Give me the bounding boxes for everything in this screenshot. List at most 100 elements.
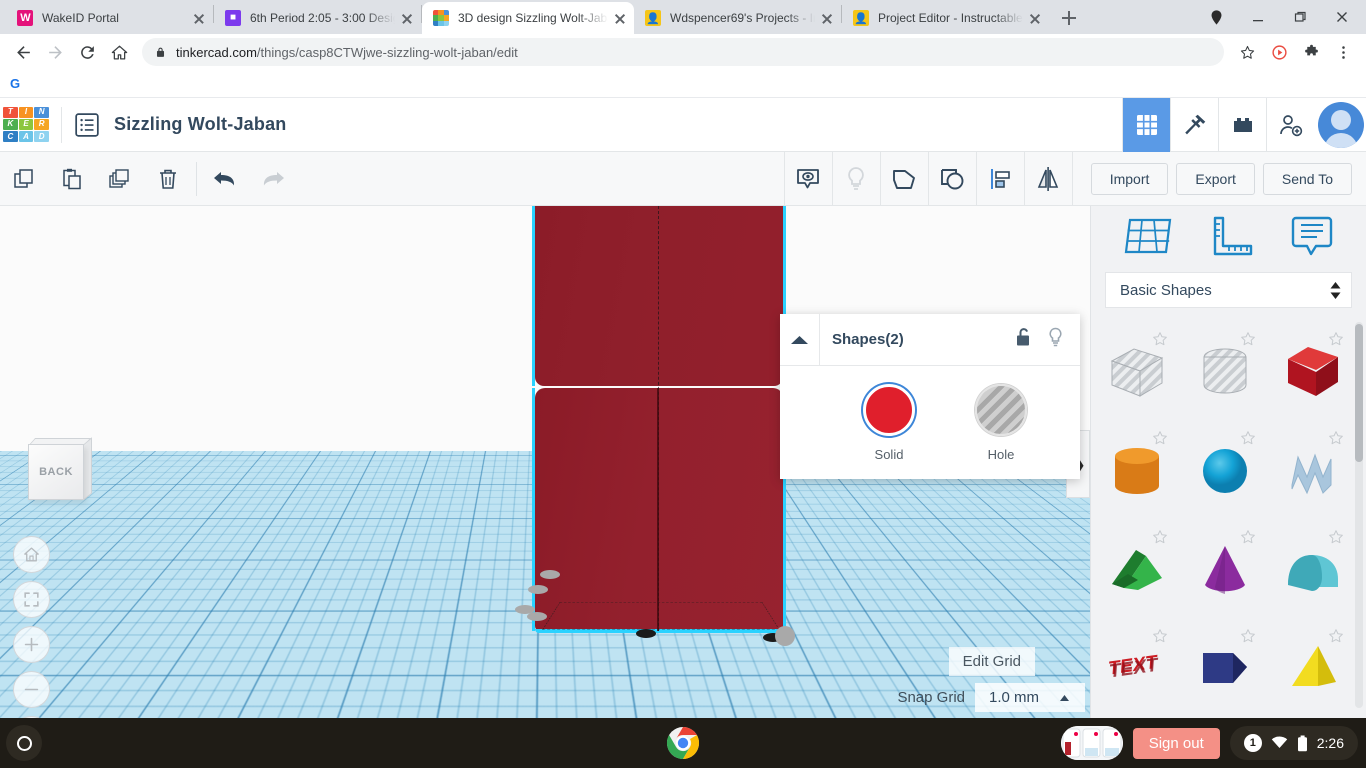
favorite-star-icon[interactable] — [1328, 628, 1344, 644]
hole-swatch[interactable] — [975, 384, 1027, 436]
shape-cylinder-hole[interactable] — [1181, 322, 1269, 421]
align-icon[interactable] — [976, 152, 1024, 206]
ruler-icon[interactable] — [1205, 212, 1257, 267]
favorite-star-icon[interactable] — [1152, 529, 1168, 545]
model-box-lower[interactable] — [535, 388, 783, 631]
favorite-star-icon[interactable] — [1328, 529, 1344, 545]
new-tab-button[interactable] — [1055, 4, 1083, 32]
view-cube[interactable]: BACK — [22, 438, 98, 510]
rotate-handle-corner[interactable] — [775, 626, 795, 646]
mirror-flip-icon[interactable] — [1024, 152, 1072, 206]
shape-roof[interactable] — [1093, 520, 1181, 619]
reload-button[interactable] — [72, 37, 102, 67]
group-shapes-icon[interactable] — [880, 152, 928, 206]
duplicate-icon[interactable] — [96, 152, 144, 206]
shapes-grid[interactable]: TEXT TEXT — [1091, 322, 1366, 708]
close-icon[interactable] — [1027, 10, 1043, 26]
updown-spinner-icon[interactable] — [1330, 282, 1341, 299]
unlocked-padlock-icon[interactable] — [1015, 327, 1033, 352]
favorite-star-icon[interactable] — [1240, 628, 1256, 644]
note-icon[interactable] — [1287, 212, 1337, 267]
blocks-grid-icon[interactable] — [1122, 98, 1170, 152]
delete-trash-icon[interactable] — [144, 152, 192, 206]
profile-pin-icon[interactable] — [1196, 1, 1236, 33]
shape-cylinder[interactable] — [1093, 421, 1181, 520]
close-icon[interactable] — [399, 10, 415, 26]
shape-box-hole[interactable] — [1093, 322, 1181, 421]
resize-handle-left-c[interactable] — [527, 612, 547, 621]
edit-grid-button[interactable]: Edit Grid — [949, 647, 1035, 676]
favorite-star-icon[interactable] — [1328, 331, 1344, 347]
puzzle-icon[interactable] — [1296, 37, 1326, 67]
codeblocks-hammer-icon[interactable] — [1170, 98, 1218, 152]
shape-polygon[interactable] — [1181, 619, 1269, 708]
shape-scribble[interactable] — [1269, 421, 1357, 520]
shape-text[interactable]: TEXT TEXT — [1093, 619, 1181, 708]
lightbulb-icon[interactable] — [832, 152, 880, 206]
paste-icon[interactable] — [48, 152, 96, 206]
bricks-icon[interactable] — [1218, 98, 1266, 152]
browser-tab-gmail[interactable]: ■ 6th Period 2:05 - 3:00 Design C — [214, 2, 421, 34]
resize-handle-left-a[interactable] — [528, 585, 548, 594]
maximize-button[interactable] — [1280, 1, 1320, 33]
browser-tab-projects[interactable]: 👤 Wdspencer69's Projects - Instr — [634, 2, 841, 34]
shape-box[interactable] — [1269, 322, 1357, 421]
model-box-upper[interactable] — [535, 206, 783, 386]
back-button[interactable] — [8, 37, 38, 67]
favorite-star-icon[interactable] — [1240, 529, 1256, 545]
design-canvas[interactable]: BACK Shapes(2) Solid Hole Edit Grid Snap… — [0, 206, 1090, 718]
workplane-icon[interactable] — [1120, 212, 1176, 267]
shape-cone[interactable] — [1181, 520, 1269, 619]
browser-tab-tinkercad[interactable]: 3D design Sizzling Wolt-Jaban — [422, 2, 634, 34]
close-window-button[interactable] — [1322, 1, 1362, 33]
cast-icon[interactable] — [1264, 37, 1294, 67]
close-icon[interactable] — [612, 10, 628, 26]
bookmark-item-google[interactable]: G — [10, 76, 20, 91]
star-icon[interactable] — [1232, 37, 1262, 67]
browser-tab-project-editor[interactable]: 👤 Project Editor - Instructables — [842, 2, 1049, 34]
shape-round-roof[interactable] — [1269, 520, 1357, 619]
lightbulb-icon[interactable] — [1047, 327, 1064, 353]
zoom-in-icon[interactable] — [13, 626, 50, 663]
home-view-icon[interactable] — [13, 536, 50, 573]
resize-handle-front[interactable] — [636, 629, 656, 638]
address-bar[interactable]: tinkercad.com/things/casp8CTWjwe-sizzlin… — [142, 38, 1224, 66]
shape-sphere[interactable] — [1181, 421, 1269, 520]
hole-option[interactable]: Hole — [970, 384, 1032, 462]
kebab-menu-icon[interactable] — [1328, 37, 1358, 67]
tinkercad-logo[interactable]: TIN KER CAD — [3, 107, 49, 143]
solid-option[interactable]: Solid — [858, 384, 920, 462]
shapes-inspector-popup[interactable]: Shapes(2) Solid Hole — [780, 314, 1080, 479]
selected-3d-model[interactable] — [430, 206, 750, 666]
resize-handle-back-left[interactable] — [540, 570, 560, 579]
favorite-star-icon[interactable] — [1328, 430, 1344, 446]
favorite-star-icon[interactable] — [1152, 628, 1168, 644]
favorite-star-icon[interactable] — [1152, 430, 1168, 446]
category-select[interactable]: Basic Shapes — [1105, 272, 1352, 308]
collapse-triangle-icon[interactable] — [780, 314, 820, 366]
forward-button[interactable] — [40, 37, 70, 67]
copy-icon[interactable] — [0, 152, 48, 206]
window-previews[interactable] — [1061, 726, 1123, 760]
close-icon[interactable] — [191, 10, 207, 26]
avatar[interactable] — [1318, 102, 1364, 148]
ungroup-shapes-icon[interactable] — [928, 152, 976, 206]
caret-up-icon[interactable] — [1059, 694, 1070, 702]
snap-grid-select[interactable]: 1.0 mm — [975, 683, 1085, 712]
import-button[interactable]: Import — [1091, 163, 1169, 195]
view-cube-right-face[interactable] — [84, 437, 92, 500]
undo-arrow-icon[interactable] — [201, 152, 249, 206]
zoom-out-icon[interactable] — [13, 671, 50, 708]
solid-swatch[interactable] — [863, 384, 915, 436]
close-icon[interactable] — [819, 10, 835, 26]
view-cube-label[interactable]: BACK — [28, 444, 84, 500]
redo-arrow-icon[interactable] — [249, 152, 297, 206]
browser-tab-wakeid[interactable]: W WakeID Portal — [6, 2, 213, 34]
chrome-icon[interactable] — [666, 726, 700, 760]
favorite-star-icon[interactable] — [1152, 331, 1168, 347]
show-hide-eye-icon[interactable] — [784, 152, 832, 206]
send-to-button[interactable]: Send To — [1263, 163, 1352, 195]
minimize-button[interactable] — [1238, 1, 1278, 33]
home-button[interactable] — [104, 37, 134, 67]
fit-to-view-icon[interactable] — [13, 581, 50, 618]
